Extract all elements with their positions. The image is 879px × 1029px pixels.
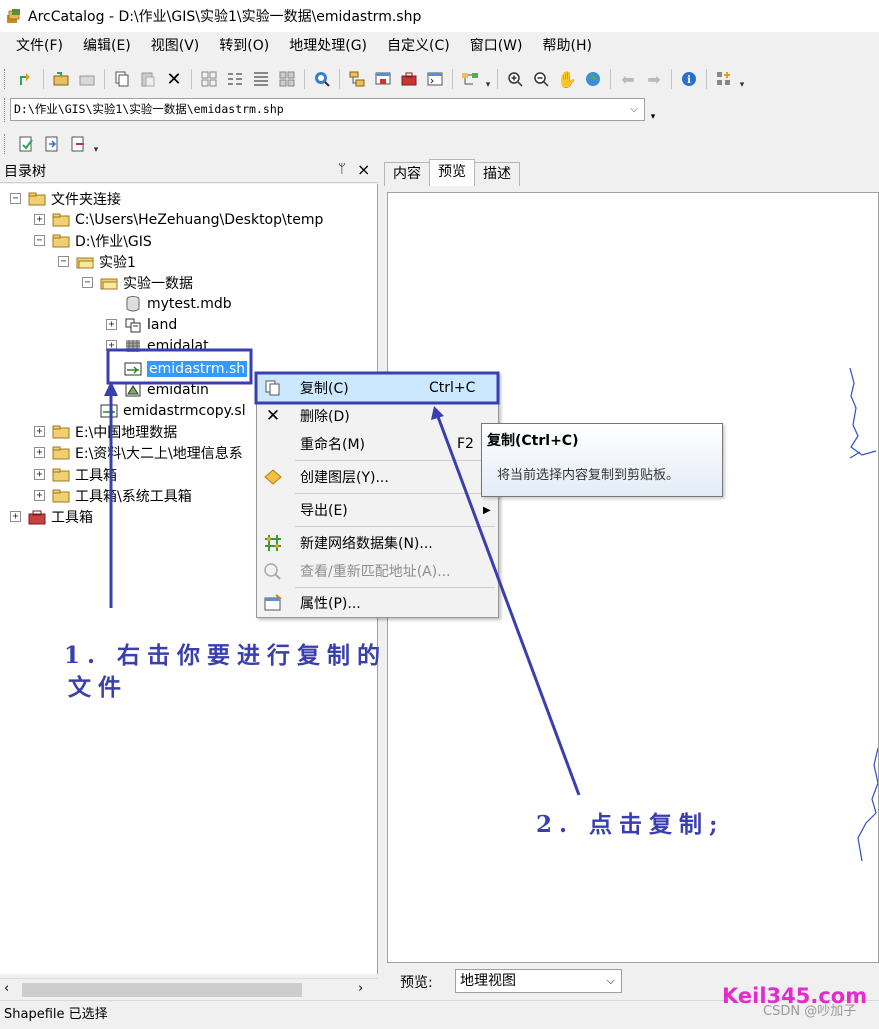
annotation-step1-line1: 1. 右击你要进行复制的 [64,642,388,669]
annotation-step2: 2. 点击复制; [536,811,725,838]
annotation-step1-line2: 文件 [68,674,128,701]
arrowhead-2 [431,406,444,420]
highlight-box-copy [254,371,500,405]
arrow-line-2 [435,413,581,796]
watermark-author: CSDN @吵加子 [763,1004,857,1019]
annotation-overlay [104,348,581,796]
highlight-box-file [106,348,253,385]
